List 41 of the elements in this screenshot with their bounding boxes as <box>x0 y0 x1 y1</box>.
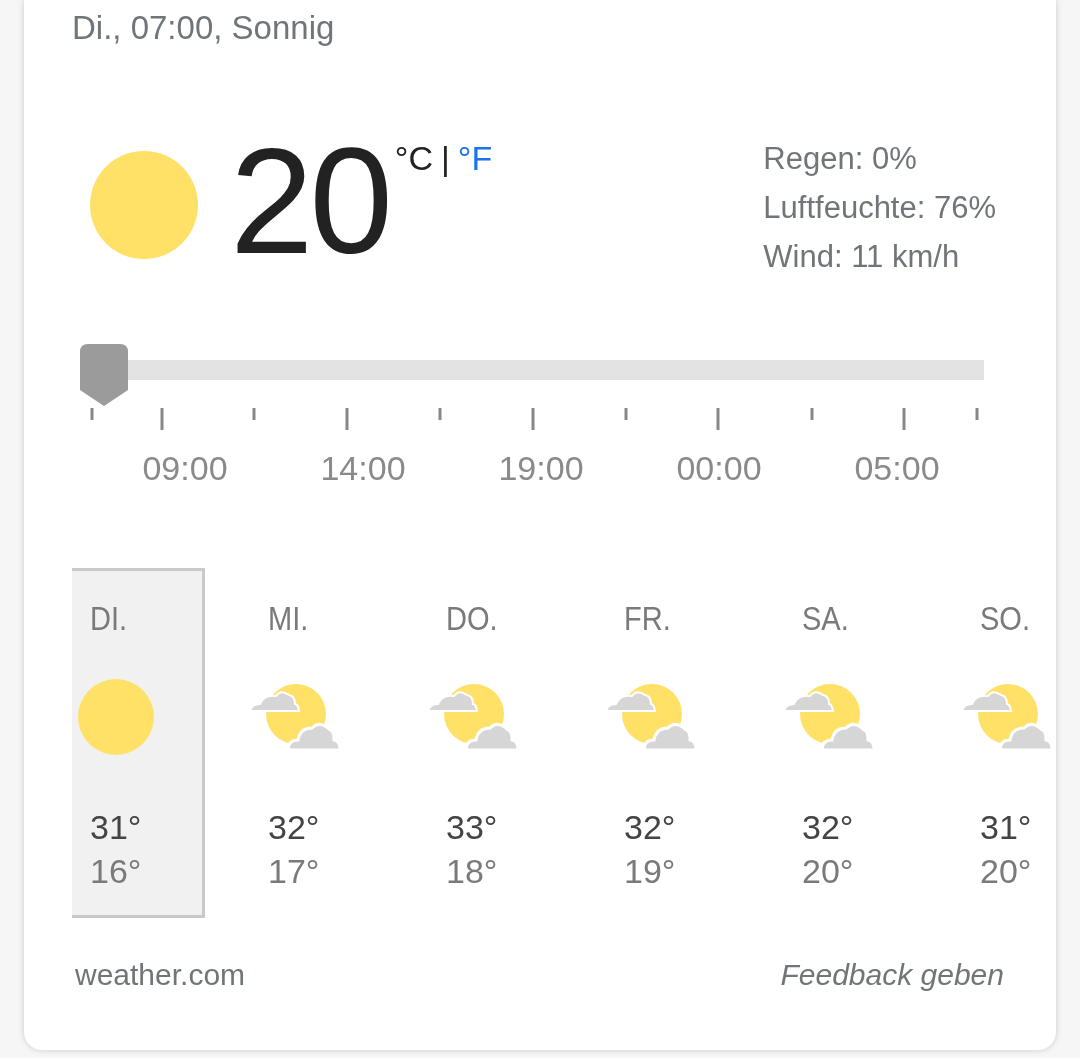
day-name: MI. <box>268 599 309 639</box>
day-name: DO. <box>446 599 498 639</box>
day-forecast[interactable]: SO. 31° 20° <box>962 568 1056 918</box>
source-label: weather.com <box>75 958 246 992</box>
date-time-condition: Di., 07:00, Sonnig <box>72 8 335 48</box>
weather-detail: Regen: 0% <box>763 140 917 178</box>
weather-detail: Wind: 11 km/h <box>763 238 960 276</box>
day-forecast[interactable]: SA. 32° 20° <box>784 568 917 918</box>
time-label: 14:00 <box>320 448 406 488</box>
low-temperature: 17° <box>268 851 320 892</box>
day-name: FR. <box>624 599 671 639</box>
day-name: SA. <box>802 599 849 639</box>
day-forecast[interactable]: FR. 32° 19° <box>606 568 739 918</box>
day-forecast[interactable]: MI. 32° 17° <box>250 568 383 918</box>
day-forecast[interactable]: DI. 31° 16° <box>72 568 205 918</box>
high-temperature: 32° <box>268 807 320 848</box>
high-temperature: 33° <box>446 807 498 848</box>
unit-link[interactable]: °F <box>457 138 493 178</box>
low-temperature: 19° <box>624 851 676 892</box>
slider-thumb[interactable] <box>80 344 128 406</box>
weather-detail: Luftfeuchte: 76% <box>763 189 996 227</box>
day-name: SO. <box>980 599 1031 639</box>
high-temperature: 32° <box>624 807 676 848</box>
day-forecast[interactable]: DO. 33° 18° <box>428 568 561 918</box>
high-temperature: 32° <box>802 807 854 848</box>
feedback-link[interactable]: Feedback geben <box>780 958 1004 992</box>
day-name: DI. <box>90 599 128 639</box>
low-temperature: 20° <box>802 851 854 892</box>
time-label: 19:00 <box>498 448 584 488</box>
time-label: 00:00 <box>676 448 762 488</box>
low-temperature: 16° <box>90 851 142 892</box>
low-temperature: 18° <box>446 851 498 892</box>
temperature: 20 <box>230 126 389 276</box>
sun-icon <box>90 151 198 259</box>
high-temperature: 31° <box>90 807 142 848</box>
time-label: 05:00 <box>854 448 940 488</box>
unit-label: °C <box>394 138 433 178</box>
time-label: 09:00 <box>142 448 228 488</box>
high-temperature: 31° <box>980 807 1032 848</box>
low-temperature: 20° <box>980 851 1032 892</box>
unit-separator: | <box>441 138 450 178</box>
